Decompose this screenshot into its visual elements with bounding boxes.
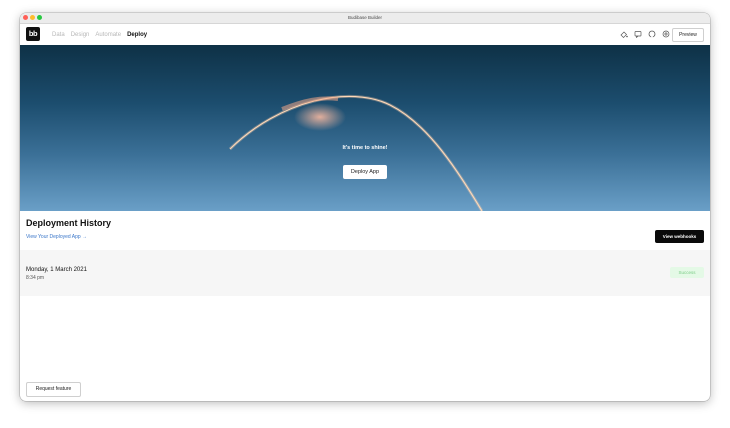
deploy-app-button[interactable]: Deploy App (343, 165, 387, 179)
feedback-icon[interactable] (634, 30, 642, 39)
deploy-hero-banner: It's time to shine! Deploy App (20, 45, 710, 211)
header-icons (620, 30, 670, 39)
rocket-trail-illustration (228, 94, 484, 211)
request-feature-button[interactable]: Request feature (26, 382, 81, 397)
nav-tab-deploy[interactable]: Deploy (127, 31, 147, 39)
window-titlebar: Budibase Builder (20, 13, 710, 24)
app-header: bb Data Design Automate Deploy Preview (20, 24, 710, 46)
budibase-logo-icon[interactable]: bb (26, 27, 40, 41)
window-title: Budibase Builder (347, 15, 383, 20)
main-nav: Data Design Automate Deploy (52, 31, 147, 39)
status-badge: Success (670, 267, 704, 278)
help-icon[interactable] (662, 30, 670, 38)
nav-tab-automate[interactable]: Automate (95, 31, 121, 39)
deployment-time: 8:34 pm (26, 275, 45, 281)
nav-tab-data[interactable]: Data (52, 31, 65, 39)
deployment-date: Monday, 1 March 2021 (26, 267, 87, 273)
hero-title: It's time to shine! (342, 145, 388, 151)
theme-icon[interactable] (620, 30, 628, 38)
app-window: Budibase Builder bb Data Design Automate… (20, 13, 710, 401)
view-deployed-app-link[interactable]: View Your Deployed App → (26, 234, 87, 240)
github-icon[interactable] (648, 30, 656, 38)
deployment-row: Monday, 1 March 2021 8:34 pm Success (20, 250, 710, 296)
preview-button[interactable]: Preview (672, 28, 704, 42)
nav-tab-design[interactable]: Design (71, 31, 90, 39)
view-webhooks-button[interactable]: View webhooks (655, 230, 704, 243)
deployment-history-title: Deployment History (26, 218, 112, 228)
